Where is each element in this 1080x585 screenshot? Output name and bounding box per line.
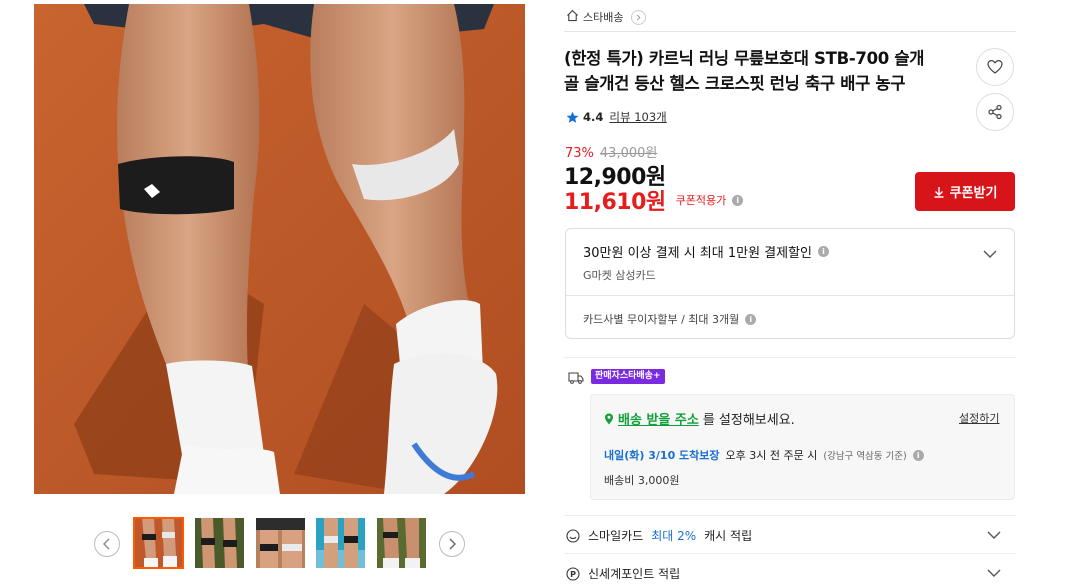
chevron-down-icon[interactable] xyxy=(982,246,998,262)
thumbnail-image xyxy=(377,518,426,568)
share-icon xyxy=(988,104,1002,120)
breadcrumb-label: 스타배송 xyxy=(583,11,624,24)
smile-card-benefit-row[interactable]: 스마일카드 최대 2% 캐시 적립 xyxy=(566,527,1016,544)
arrival-location: (강남구 역삼동 기준) xyxy=(823,451,907,462)
point-label: 신세계포인트 적립 xyxy=(588,567,681,581)
chevron-left-icon xyxy=(103,538,110,550)
thumbnail-3[interactable] xyxy=(256,518,305,568)
smile-card-label: 스마일카드 xyxy=(588,529,644,543)
heart-icon xyxy=(987,59,1003,74)
installment-text: 카드사별 무이자할부 / 최대 3개월 xyxy=(583,313,740,326)
arrival-row: 내일(화) 3/10 도착보장 오후 3시 전 주문 시 (강남구 역삼동 기준… xyxy=(604,447,924,463)
divider xyxy=(564,553,1016,554)
address-row: 배송 받을 주소 를 설정해보세요. xyxy=(604,409,795,428)
chevron-down-icon xyxy=(987,531,1001,539)
home-icon xyxy=(566,9,579,25)
info-icon[interactable]: i xyxy=(912,449,924,461)
card-benefit-box: 30만원 이상 결제 시 최대 1만원 결제할인 i G마켓 삼성카드 카드사별… xyxy=(565,228,1015,339)
thumb-next-button[interactable] xyxy=(439,531,465,557)
delivery-box: 배송 받을 주소 를 설정해보세요. 설정하기 내일(화) 3/10 도착보장 … xyxy=(590,394,1015,500)
star-delivery-badge: 판매자스타배송+ xyxy=(591,369,665,384)
card-benefit-title: 30만원 이상 결제 시 최대 1만원 결제할인 i xyxy=(583,242,830,261)
share-button[interactable] xyxy=(976,93,1014,131)
location-pin-icon xyxy=(605,413,613,424)
coupon-button-label: 쿠폰받기 xyxy=(949,186,998,201)
address-link[interactable]: 배송 받을 주소 xyxy=(618,409,699,428)
shipping-fee: 배송비 3,000원 xyxy=(604,474,680,487)
address-suffix: 를 설정해보세요. xyxy=(702,413,795,428)
info-icon[interactable]: i xyxy=(732,194,744,206)
thumbnail-image xyxy=(256,518,305,568)
svg-text:P: P xyxy=(570,570,576,579)
info-icon[interactable]: i xyxy=(818,246,830,257)
coupon-price: 11,610원 xyxy=(564,190,666,215)
main-product-image[interactable] xyxy=(34,4,525,494)
truck-icon xyxy=(568,372,584,384)
card-benefit-text: 30만원 이상 결제 시 최대 1만원 결제할인 xyxy=(583,246,813,261)
chevron-down-icon xyxy=(987,569,1001,577)
coupon-applied-label: 쿠폰적용가 xyxy=(675,194,727,207)
product-title-line2: 골 슬개건 등산 헬스 크로스핏 런닝 축구 배구 농구 xyxy=(564,74,906,93)
thumbnail-5[interactable] xyxy=(377,518,426,568)
smile-card-rate: 최대 2% xyxy=(651,529,697,543)
divider xyxy=(564,515,1016,516)
smile-card-suffix: 캐시 적립 xyxy=(704,529,753,543)
card-name: G마켓 삼성카드 xyxy=(583,269,656,282)
rating-row: 4.4 리뷰 103개 xyxy=(566,109,667,125)
product-title: (한정 특가) 카르닉 러닝 무릎보호대 STB-700 슬개 골 슬개건 등산… xyxy=(564,46,954,96)
point-icon: P xyxy=(566,566,580,581)
installment-row: 카드사별 무이자할부 / 최대 3개월 i xyxy=(583,311,757,327)
thumbnail-4[interactable] xyxy=(316,518,365,568)
review-link[interactable]: 리뷰 103개 xyxy=(609,109,666,125)
thumbnail-image xyxy=(195,518,244,568)
shinsegae-point-row[interactable]: P 신세계포인트 적립 xyxy=(566,565,1016,582)
thumbnail-image xyxy=(316,518,365,568)
divider xyxy=(564,31,1016,32)
thumbnail-1[interactable] xyxy=(133,517,184,569)
star-icon xyxy=(566,111,579,123)
arrival-date: 내일(화) 3/10 도착보장 xyxy=(604,449,720,462)
thumb-prev-button[interactable] xyxy=(94,531,120,557)
thumbnail-2[interactable] xyxy=(195,518,244,568)
divider xyxy=(566,295,1014,296)
thumbnail-strip xyxy=(94,517,466,570)
product-photo-illustration xyxy=(34,4,525,494)
wishlist-button[interactable] xyxy=(976,48,1014,86)
address-setting-link[interactable]: 설정하기 xyxy=(959,410,999,426)
coupon-download-button[interactable]: 쿠폰받기 xyxy=(915,172,1015,211)
smile-icon xyxy=(566,528,580,543)
chevron-right-icon xyxy=(631,9,647,25)
coupon-price-row: 11,610원 쿠폰적용가 i xyxy=(564,184,744,216)
product-info-panel: 스타배송 (한정 특가) 카르닉 러닝 무릎보호대 STB-700 슬개 골 슬… xyxy=(564,0,1016,585)
divider xyxy=(564,357,1016,358)
thumbnail-image xyxy=(134,518,183,568)
product-title-line1: (한정 특가) 카르닉 러닝 무릎보호대 STB-700 슬개 xyxy=(564,49,925,68)
rating-score: 4.4 xyxy=(583,110,604,124)
breadcrumb[interactable]: 스타배송 xyxy=(566,7,647,27)
info-icon[interactable]: i xyxy=(745,313,757,325)
download-icon xyxy=(934,186,944,198)
chevron-right-icon xyxy=(449,538,456,550)
arrival-condition: 오후 3시 전 주문 시 xyxy=(725,449,818,462)
